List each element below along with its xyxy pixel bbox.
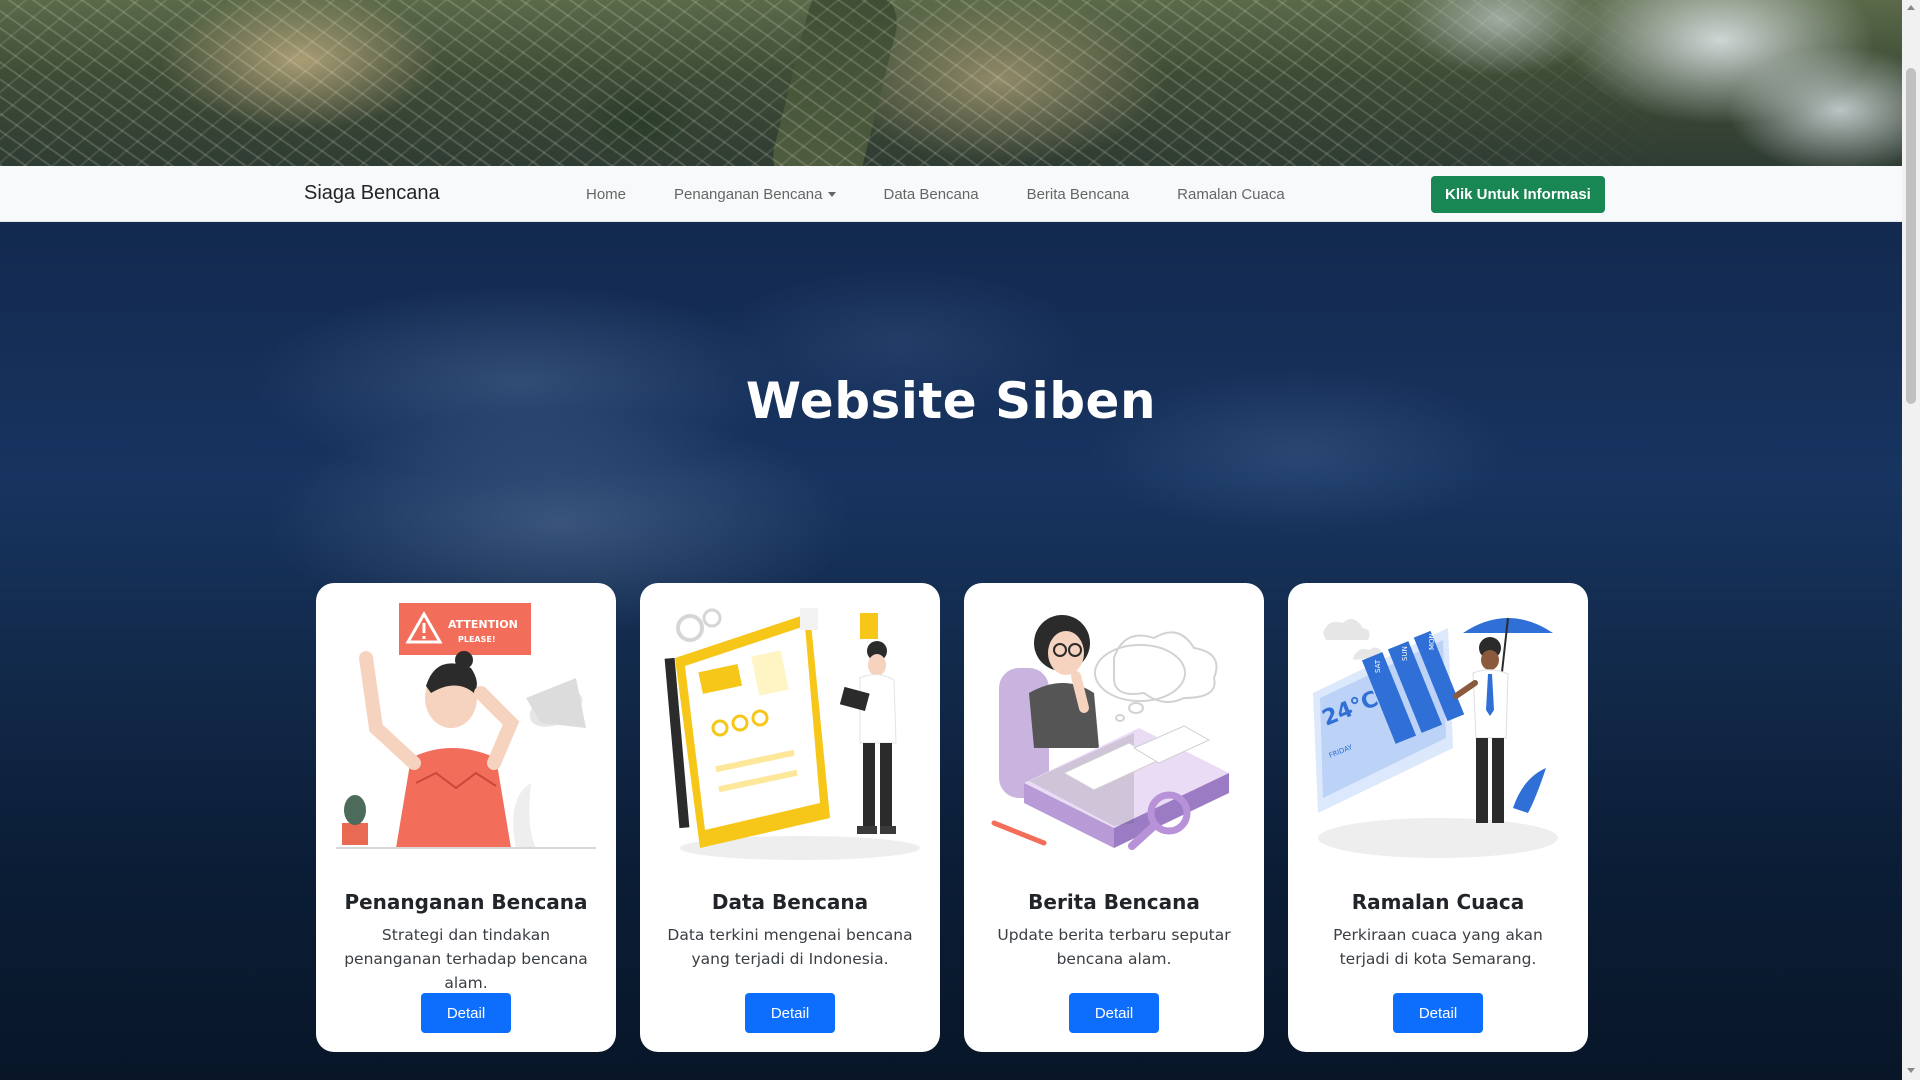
nav-label: Berita Bencana xyxy=(1026,185,1130,203)
card-berita-bencana: Berita Bencana Update berita terbaru sep… xyxy=(964,583,1264,1052)
nav-item-ramalan-cuaca[interactable]: Ramalan Cuaca xyxy=(1177,186,1285,203)
nav-item-data-bencana[interactable]: Data Bencana xyxy=(884,186,979,203)
page-scrollbar[interactable] xyxy=(1902,0,1920,1080)
card-description: Strategi dan tindakan penanganan terhada… xyxy=(344,926,588,992)
nav-item-penanganan-bencana-dropdown[interactable]: Penanganan Bencana xyxy=(674,185,836,203)
nav-label: Ramalan Cuaca xyxy=(1177,185,1285,203)
detail-button-data[interactable]: Detail xyxy=(745,993,835,1033)
brand-link[interactable]: Siaga Bencana xyxy=(304,182,440,205)
illustration-day-sat: SAT xyxy=(1374,659,1382,673)
detail-button-cuaca[interactable]: Detail xyxy=(1393,993,1483,1033)
nav-item-home[interactable]: Home xyxy=(586,186,626,203)
scroll-down-arrow-icon[interactable] xyxy=(1907,1068,1915,1073)
nav-item-berita-bencana[interactable]: Berita Bencana xyxy=(1027,186,1130,203)
detail-button-berita[interactable]: Detail xyxy=(1069,993,1159,1033)
data-dashboard-illustration xyxy=(664,608,920,860)
attention-woman-illustration: ATTENTION PLEASE! xyxy=(336,603,596,849)
card-description: Data terkini mengenai bencana yang terja… xyxy=(667,926,913,968)
illustration-day-mon: MON xyxy=(1428,633,1436,650)
scrollbar-thumb[interactable] xyxy=(1906,68,1916,404)
nav-label: Home xyxy=(586,185,627,203)
card-title: Penanganan Bencana xyxy=(344,890,588,914)
card-title: Ramalan Cuaca xyxy=(1351,890,1525,914)
card-title: Berita Bencana xyxy=(1028,890,1200,914)
card-description: Perkiraan cuaca yang akan terjadi di kot… xyxy=(1333,926,1543,968)
card-data-bencana: Data Bencana Data terkini mengenai benca… xyxy=(640,583,940,1052)
navbar: Siaga Bencana Home Penanganan Bencana Da… xyxy=(0,166,1902,222)
hero-section: Website Siben xyxy=(0,222,1902,1080)
nav-links: Home Penanganan Bencana Data Bencana Ber… xyxy=(586,166,1333,222)
illustration-text-please: PLEASE! xyxy=(458,635,496,644)
card-penanganan-bencana: ATTENTION PLEASE! Penanganan Bencana Str… xyxy=(316,583,616,1052)
info-cta-button[interactable]: Klik Untuk Informasi xyxy=(1431,176,1605,213)
banner-city-texture xyxy=(0,0,1902,166)
nav-label: Penanganan Bencana xyxy=(674,185,823,203)
aerial-banner-image xyxy=(0,0,1902,166)
card-ramalan-cuaca: 24°C SAT SUN MON FRIDAY Ramalan Cuaca Pe… xyxy=(1288,583,1588,1052)
weather-forecast-illustration: 24°C SAT SUN MON FRIDAY xyxy=(1313,617,1558,858)
news-reading-illustration xyxy=(991,615,1229,850)
scroll-up-arrow-icon[interactable] xyxy=(1907,5,1915,10)
caret-down-icon xyxy=(827,191,836,197)
illustration-text-attention: ATTENTION xyxy=(448,618,518,631)
card-description: Update berita terbaru seputar bencana al… xyxy=(997,926,1231,968)
detail-button-penanganan[interactable]: Detail xyxy=(421,993,511,1033)
card-title: Data Bencana xyxy=(711,890,869,914)
nav-label: Data Bencana xyxy=(883,185,979,203)
illustration-day-sun: SUN xyxy=(1401,646,1409,661)
page-title: Website Siben xyxy=(745,372,1157,430)
